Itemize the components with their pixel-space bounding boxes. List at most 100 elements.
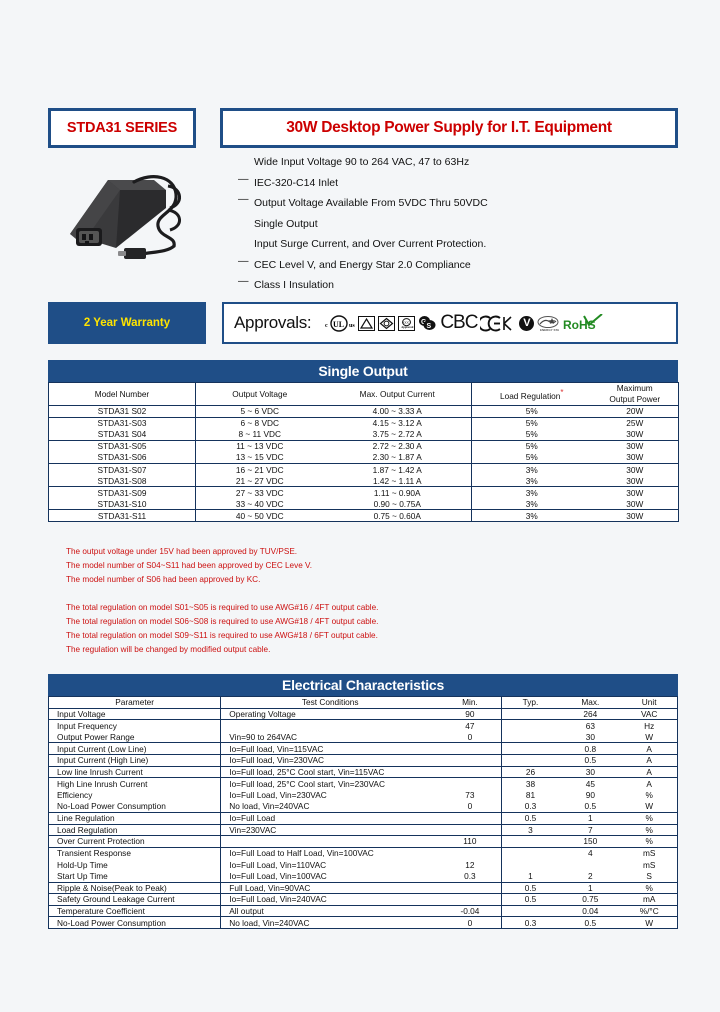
- unit-cell: A: [621, 742, 678, 755]
- feature-text: CEC Level V, and Energy Star 2.0 Complia…: [254, 258, 471, 271]
- product-photo: [56, 156, 226, 276]
- max-cell: 2: [559, 870, 622, 883]
- col-output-voltage: Output Voltage: [195, 382, 324, 406]
- unit-cell: mS: [642, 848, 656, 859]
- table-row: Start Up Time Io=Full Load, Vin=100VAC 0.3…: [48, 870, 678, 883]
- feature-text: Class I Insulation: [254, 279, 334, 291]
- unit-cell: A: [646, 778, 652, 789]
- test-conditions-cell: [220, 719, 440, 732]
- table-row: No-Load Power Consumption No load, Vin=24…: [48, 800, 678, 813]
- max-cell: 0.8: [559, 742, 622, 755]
- test-conditions-cell: Full Load, Vin=90VAC: [220, 882, 440, 895]
- max-cell: [559, 859, 621, 871]
- footnote-line: The total regulation on model S01~S05 is…: [66, 603, 379, 612]
- feature-item: —Single Output: [238, 214, 678, 235]
- output-voltage-cell: 16 ~ 21 VDC: [195, 463, 324, 476]
- output-voltage-cell: 8 ~ 11 VDC: [195, 428, 324, 441]
- max-output-current-cell: 1.42 ~ 1.11 A: [323, 475, 472, 488]
- output-voltage-cell: 27 ~ 33 VDC: [195, 486, 324, 499]
- load-regulation-cell: 3%: [471, 486, 592, 499]
- typ-cell: 0.5: [500, 893, 560, 906]
- ce-mark-icon: [480, 315, 516, 332]
- table-row: Ripple & Noise(Peak to Peak) Full Load, V…: [48, 882, 678, 895]
- feature-text: IEC-320-C14 Inlet: [254, 176, 339, 189]
- min-cell: 110: [439, 835, 502, 848]
- col-max-output-current: Max. Output Current: [323, 382, 472, 406]
- header-row: STDA31 SERIES 30W Desktop Power Supply f…: [48, 108, 678, 150]
- table-row: Output Power Range Vin=90 to 264VAC 0 30 W: [48, 731, 678, 744]
- unit-cell: %/°C: [621, 905, 678, 918]
- unit-cell: A: [621, 766, 678, 779]
- parameter-cell: Low line Inrush Current: [48, 766, 221, 779]
- test-conditions-cell: No load, Vin=240VAC: [220, 916, 440, 929]
- parameter-cell: Efficiency: [57, 790, 93, 801]
- table-row: Transient Response Io=Full Load to Half L…: [49, 847, 678, 859]
- model-number-cell: STDA31 S02: [48, 405, 196, 418]
- unit-cell: VAC: [621, 708, 678, 721]
- col-test-conditions: Test Conditions: [220, 696, 440, 709]
- output-voltage-cell: 6 ~ 8 VDC: [195, 417, 324, 429]
- test-conditions-cell: Operating Voltage: [220, 708, 440, 721]
- svg-text:c: c: [325, 323, 328, 329]
- feature-item: — Output Voltage Available From 5VDC Thru…: [238, 193, 678, 214]
- max-output-power-cell: 25W: [626, 418, 644, 429]
- unit-cell: Hz: [644, 720, 655, 731]
- min-cell: [439, 847, 501, 859]
- max-output-power-cell: 30W: [591, 498, 679, 511]
- min-cell: [439, 766, 502, 779]
- output-voltage-cell: 5 ~ 6 VDC: [195, 405, 324, 418]
- min-cell: [439, 882, 502, 895]
- test-conditions-cell: Io=Full Load: [220, 812, 440, 825]
- max-output-current-cell: 2.30 ~ 1.87 A: [323, 451, 472, 464]
- approval-marks: c UL us CCC Approved G S CBC V ENERGY ST…: [325, 312, 604, 334]
- output-voltage-cell: 33 ~ 40 VDC: [195, 498, 324, 511]
- unit-cell: W: [621, 800, 678, 813]
- typ-cell: 1: [500, 870, 560, 883]
- min-cell: [439, 754, 502, 767]
- parameter-cell: Ripple & Noise(Peak to Peak): [48, 882, 221, 895]
- energy-star-icon: ENERGY STAR: [537, 315, 559, 332]
- table-row: Efficiency Io=Full Load, Vin=230VAC 73 81 90…: [49, 789, 678, 801]
- unit-cell: %: [621, 882, 678, 895]
- typ-cell: 0.3: [500, 916, 560, 929]
- test-conditions-cell: Io=Full Load, Vin=100VAC: [220, 870, 440, 883]
- min-cell: 47: [465, 720, 475, 731]
- table-row: STDA31 S04 8 ~ 11 VDC 3.75 ~ 2.72 A 5% 30W: [48, 428, 679, 441]
- typ-cell: 0.5: [500, 812, 560, 825]
- table-row: High Line Inrush Current Io=Full load, 25…: [49, 777, 678, 790]
- parameter-cell: Input Current (High Line): [48, 754, 221, 767]
- typ-cell: [500, 835, 560, 848]
- model-number-cell: STDA31 S04: [48, 428, 196, 441]
- unit-cell: %: [621, 824, 678, 837]
- series-label: STDA31 SERIES: [66, 120, 178, 136]
- footnote-asterisk: *: [560, 387, 564, 397]
- bullet-dash: —: [238, 275, 249, 287]
- output-voltage-cell: 21 ~ 27 VDC: [195, 475, 324, 488]
- unit-cell: A: [621, 754, 678, 767]
- max-output-current-cell: 1.87 ~ 1.42 A: [372, 464, 422, 475]
- single-output-section: Single Output Model Number Output Voltag…: [48, 360, 679, 522]
- parameter-cell: Over Current Protection: [48, 835, 221, 848]
- typ-cell: 0.5: [500, 882, 560, 895]
- unit-cell: %: [621, 835, 678, 848]
- parameter-cell: Line Regulation: [48, 812, 221, 825]
- test-conditions-cell: Io=Full load, Vin=230VAC: [220, 754, 440, 767]
- test-conditions-cell: Io=Full load, Vin=115VAC: [220, 742, 440, 755]
- feature-list: — Wide Input Voltage 90 to 264 VAC, 47 to…: [238, 152, 678, 296]
- product-title-box: 30W Desktop Power Supply for I.T. Equipm…: [220, 108, 678, 148]
- max-cell: 30: [559, 766, 622, 779]
- parameter-cell: Input Current (Low Line): [48, 742, 221, 755]
- max-output-power-cell: 30W: [626, 441, 644, 452]
- svg-text:UL: UL: [333, 320, 344, 329]
- parameter-cell: Temperature Coefficient: [48, 905, 221, 918]
- electrical-header: Electrical Characteristics: [48, 674, 678, 696]
- single-output-header: Single Output: [48, 360, 678, 382]
- max-output-power-cell: 30W: [591, 475, 679, 488]
- footnote-line: The regulation will be changed by modifi…: [66, 645, 271, 654]
- gs-mark-icon: G S: [418, 315, 437, 331]
- unit-cell: mS: [642, 859, 656, 870]
- typ-cell: [500, 731, 560, 744]
- max-output-power-cell: 30W: [591, 428, 679, 441]
- unit-cell: %: [645, 790, 653, 801]
- warranty-badge: 2 Year Warranty: [48, 302, 206, 344]
